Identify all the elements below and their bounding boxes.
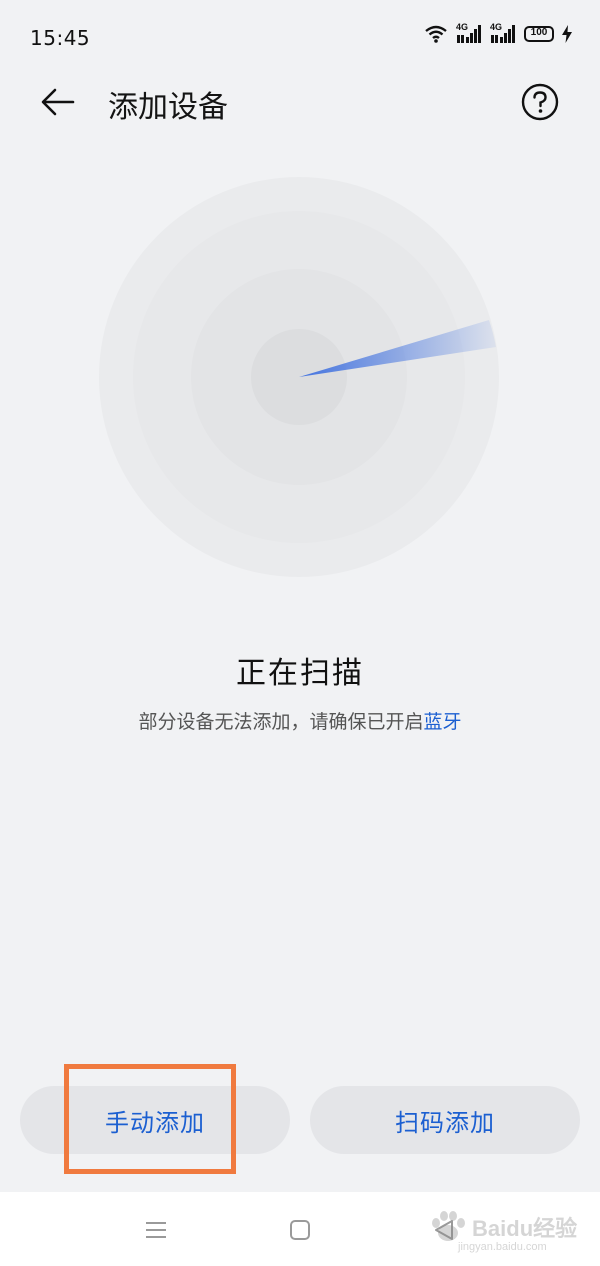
nav-home-button[interactable] (282, 1214, 318, 1246)
watermark-brand-cn: 经验 (533, 1216, 578, 1241)
scan-hint: 部分设备无法添加，请确保已开启蓝牙 (0, 707, 600, 734)
nav-menu-button[interactable] (138, 1214, 174, 1246)
signal-2: 4G (490, 22, 516, 44)
charging-bolt-icon (562, 25, 572, 43)
baidu-watermark: Baidu经验 jingyan.baidu.com (428, 1207, 578, 1259)
back-button[interactable] (36, 80, 80, 124)
scan-hint-text: 部分设备无法添加，请确保已开启 (138, 711, 424, 733)
watermark-brand-bai: Bai (472, 1216, 507, 1241)
wifi-icon (425, 25, 447, 43)
signal-bars-icon (457, 25, 481, 43)
battery-level: 100 (530, 27, 548, 38)
paw-logo-icon (432, 1211, 465, 1241)
battery-icon: 100 (524, 26, 554, 42)
status-icons: 4G 4G 100 (424, 22, 572, 44)
menu-icon (146, 1222, 166, 1238)
page-title: 添加设备 (108, 90, 228, 125)
arrow-left-icon (41, 88, 75, 116)
scanning-radar (99, 177, 499, 577)
highlight-annotation-box (64, 1064, 236, 1174)
signal-1: 4G (456, 22, 482, 44)
watermark-brand: Baidu经验 (472, 1211, 577, 1243)
scan-code-add-button[interactable]: 扫码添加 (310, 1086, 580, 1154)
app-header: 添加设备 (0, 76, 600, 128)
scan-status-title: 正在扫描 (236, 656, 364, 691)
watermark-url: jingyan.baidu.com (458, 1241, 547, 1253)
status-time: 15:45 (30, 26, 91, 50)
watermark-brand-du: du (506, 1216, 534, 1241)
question-circle-icon (521, 83, 559, 121)
bluetooth-link[interactable]: 蓝牙 (424, 711, 462, 733)
help-button[interactable] (520, 82, 560, 122)
status-bar: 15:45 4G 4G 100 (0, 0, 600, 76)
signal-bars-icon (491, 25, 515, 43)
home-icon (290, 1220, 310, 1240)
